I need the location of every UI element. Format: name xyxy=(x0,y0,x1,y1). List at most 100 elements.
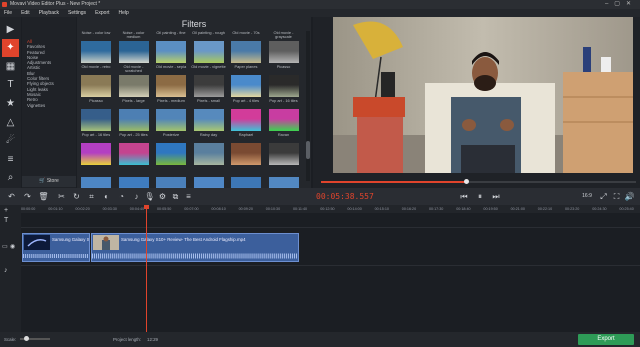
filter-tile[interactable]: Old movie - 70s xyxy=(228,31,264,63)
filter-tile[interactable]: Picasso xyxy=(266,65,302,97)
filter-tile[interactable]: Ravan xyxy=(266,133,302,165)
filter-tile[interactable]: Old movie - vignette xyxy=(191,65,227,97)
color-icon[interactable]: ◐ xyxy=(101,191,112,202)
timeline-area[interactable] xyxy=(21,213,640,332)
filter-tile[interactable] xyxy=(266,167,302,188)
filter-label: Old movie - 70s xyxy=(232,31,260,35)
filter-tile[interactable]: Posterize xyxy=(153,133,189,165)
transition-icon[interactable]: ⧉ xyxy=(170,191,181,202)
fullscreen-icon[interactable]: ⛶ xyxy=(611,191,622,202)
filter-tile[interactable] xyxy=(116,167,152,188)
filter-tile[interactable]: Old movie - grayscale xyxy=(266,31,302,63)
stickers-tool-button[interactable]: ★ xyxy=(2,94,19,112)
text-track-icon[interactable]: T xyxy=(4,217,8,224)
filter-label xyxy=(78,167,114,176)
pause-icon[interactable]: ⏸ xyxy=(474,191,486,202)
menu-item-settings[interactable]: Settings xyxy=(68,9,86,17)
playhead-handle[interactable] xyxy=(144,205,149,209)
scale-slider-handle[interactable] xyxy=(24,336,29,341)
filter-tile[interactable]: Pixels - large xyxy=(116,99,152,131)
redo-icon[interactable]: ↷ xyxy=(22,191,33,202)
filter-tile[interactable]: Raphael xyxy=(228,133,264,165)
filter-tile[interactable] xyxy=(153,167,189,188)
clapper-icon: ▦ xyxy=(5,60,16,72)
menu-item-export[interactable]: Export xyxy=(95,9,109,17)
filter-tile[interactable]: Noise - color medium xyxy=(116,31,152,63)
cut-icon[interactable]: ✂ xyxy=(56,191,67,202)
ruler-tick-label: 00:07:00 xyxy=(184,207,199,211)
motion-tool-button[interactable]: ☄ xyxy=(2,132,19,150)
video-clip-2[interactable]: Samsung Galaxy S10+ Review- The Best And… xyxy=(91,233,299,262)
video-clip-1[interactable]: Samsung Galaxy S xyxy=(22,233,90,262)
aspect-ratio-button[interactable]: 16:9 xyxy=(580,191,594,202)
filter-tile[interactable]: Oil painting - fine xyxy=(153,31,189,63)
scale-slider[interactable] xyxy=(20,336,50,341)
filter-tile[interactable]: Pixels - small xyxy=(191,99,227,131)
ruler-tick-label: 00:18:40 xyxy=(456,207,471,211)
filter-label: Paper planes xyxy=(234,65,258,69)
undo-icon[interactable]: ↶ xyxy=(6,191,17,202)
category-item[interactable]: Vignettes xyxy=(22,103,76,108)
filter-tile[interactable]: Pop art - 4 tiles xyxy=(228,99,264,131)
menu-item-file[interactable]: File xyxy=(4,9,12,17)
settings-icon[interactable]: ⚙ xyxy=(157,191,168,202)
rotate-icon[interactable]: ↻ xyxy=(71,191,82,202)
filter-tile[interactable]: Pixels - medium xyxy=(153,99,189,131)
filter-tile[interactable]: Noise - color low xyxy=(78,31,114,63)
filter-tile[interactable]: Picasso xyxy=(78,99,114,131)
filter-label: Old movie - retro xyxy=(81,65,111,69)
speed-icon[interactable]: ◔ xyxy=(116,191,127,202)
menu-item-help[interactable]: Help xyxy=(119,9,129,17)
filter-tile[interactable] xyxy=(78,167,114,188)
video-preview[interactable] xyxy=(333,17,633,173)
store-button[interactable]: 🛒 Store xyxy=(22,176,76,187)
titles-tool-button[interactable]: T xyxy=(2,76,19,94)
previous-frame-icon[interactable]: ⏮ xyxy=(458,191,470,202)
more-tools-tool-button[interactable]: ≡ xyxy=(2,150,19,168)
delete-icon[interactable]: 🗑 xyxy=(38,191,49,202)
filter-thumbnail xyxy=(81,75,111,97)
equalizer-icon[interactable]: ≡ xyxy=(183,191,194,202)
export-button[interactable]: Export xyxy=(578,334,634,345)
filter-label xyxy=(266,167,302,176)
video-track-icon[interactable]: ▭ xyxy=(2,243,8,250)
track-visibility-icon[interactable]: ◉ xyxy=(10,243,15,250)
scrollbar-thumb[interactable] xyxy=(306,141,310,159)
menu-item-edit[interactable]: Edit xyxy=(21,9,30,17)
next-frame-icon[interactable]: ⏭ xyxy=(490,191,502,202)
filter-tile[interactable]: Pop art - 16 tiles xyxy=(266,99,302,131)
seek-bar[interactable] xyxy=(321,179,636,184)
filter-tile[interactable]: Old movie - sepia xyxy=(153,65,189,97)
timeline-ruler[interactable]: 00:00:00 00:01:10 00:02:20 00:03:30 00:04:40… xyxy=(21,205,640,213)
filter-tile[interactable]: Pop art - 25 tiles xyxy=(116,133,152,165)
menu-item-playback[interactable]: Playback xyxy=(39,9,59,17)
clapper-tool-button[interactable]: ▦ xyxy=(2,57,19,75)
audio-track-icon[interactable]: ♪ xyxy=(4,267,8,274)
filter-tile[interactable]: Old movie - scratched xyxy=(116,65,152,97)
filter-tile[interactable]: Old movie - retro xyxy=(78,65,114,97)
filter-tile[interactable] xyxy=(191,167,227,188)
undock-icon[interactable]: ⤢ xyxy=(598,191,609,202)
filter-tile[interactable] xyxy=(228,167,264,188)
seek-handle[interactable] xyxy=(463,179,469,184)
filters-scrollbar[interactable] xyxy=(306,31,310,181)
filter-label: Ravan xyxy=(277,133,290,137)
cart-icon: 🛒 xyxy=(39,178,47,184)
filter-label: Pop art - 16 tiles xyxy=(269,99,298,103)
record-icon[interactable]: 🎙 xyxy=(144,191,155,202)
add-track-icon[interactable]: + xyxy=(4,207,8,214)
filter-tile[interactable]: Paper planes xyxy=(228,65,264,97)
window-controls[interactable]: –▢✕ xyxy=(605,0,637,9)
crop-icon[interactable]: ⌗ xyxy=(86,191,97,202)
filter-tile[interactable]: Pop art - 16 tiles xyxy=(78,133,114,165)
zoom-tool-button[interactable]: ⌕ xyxy=(2,169,19,187)
filters-tool-button[interactable]: ✦ xyxy=(2,38,19,57)
filter-tile[interactable]: Rainy day xyxy=(191,133,227,165)
shapes-tool-button[interactable]: △ xyxy=(2,113,19,131)
filter-tile[interactable]: Oil painting - rough xyxy=(191,31,227,63)
import-tool-button[interactable]: ▶ xyxy=(2,20,19,38)
audio-icon[interactable]: ♪ xyxy=(131,191,142,202)
filter-label: Pop art - 16 tiles xyxy=(81,133,111,137)
playhead[interactable] xyxy=(144,205,149,332)
volume-icon[interactable]: 🔊 xyxy=(624,191,635,202)
